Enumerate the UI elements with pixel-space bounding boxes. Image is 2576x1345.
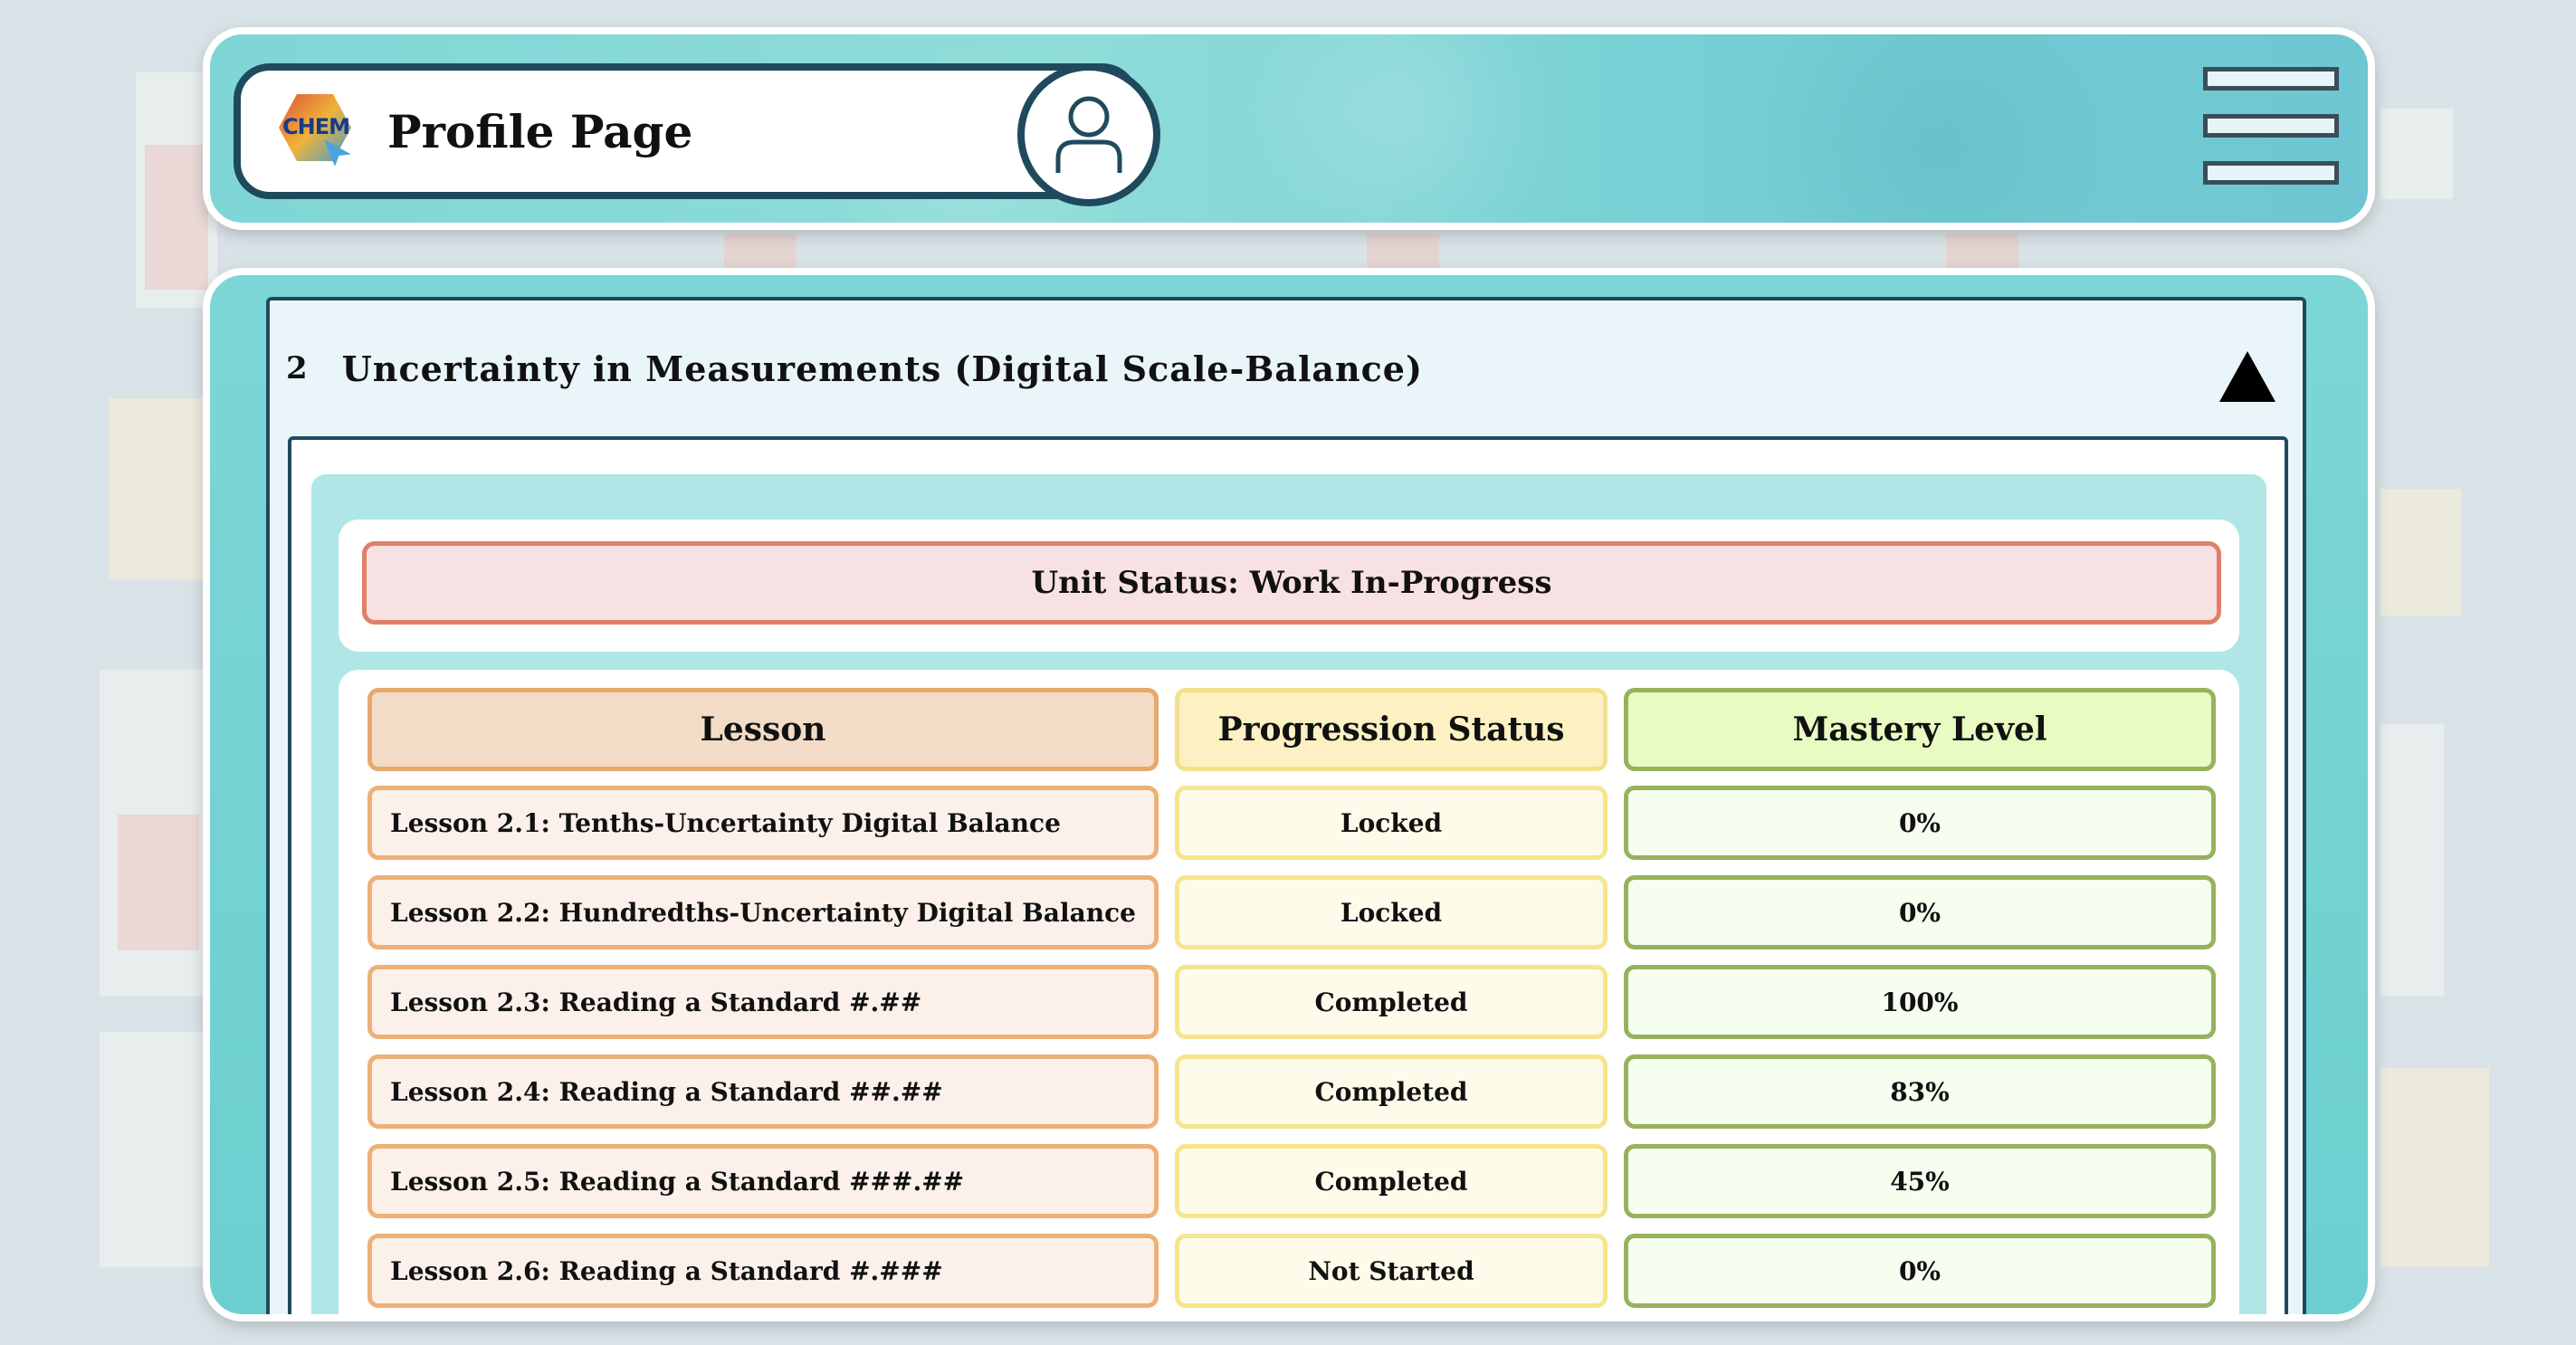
background-decoration (2380, 109, 2453, 199)
unit-title: Uncertainty in Measurements (Digital Sca… (341, 348, 1423, 389)
mastery-level: 0% (1624, 875, 2216, 949)
mastery-level: 0% (1624, 1234, 2216, 1308)
lesson-name[interactable]: Lesson 2.3: Reading a Standard #.## (367, 965, 1159, 1039)
progression-status: Completed (1175, 965, 1608, 1039)
user-icon-graphic (1055, 96, 1122, 173)
background-decoration (1367, 234, 1439, 270)
lesson-name[interactable]: Lesson 2.1: Tenths-Uncertainty Digital B… (367, 786, 1159, 860)
collapse-triangle-icon[interactable] (2218, 349, 2277, 404)
chem-logo-icon[interactable]: CHEM (279, 91, 360, 172)
mastery-level: 100% (1624, 965, 2216, 1039)
column-header-mastery-level: Mastery Level (1624, 688, 2216, 771)
background-decoration (118, 815, 199, 950)
lesson-table: Lesson Progression Status Mastery Level … (339, 670, 2239, 1314)
unit-number: 2 (286, 350, 308, 386)
top-header: CHEM Profile Page (203, 27, 2375, 230)
unit-status-container: Unit Status: Work In-Progress (339, 520, 2239, 652)
menu-bar (2203, 161, 2339, 185)
mastery-level: 0% (1624, 786, 2216, 860)
background-decoration (724, 234, 797, 270)
progression-status: Locked (1175, 786, 1608, 860)
page-title: Profile Page (387, 104, 693, 158)
main-panel: 2 Uncertainty in Measurements (Digital S… (203, 268, 2375, 1321)
column-header-progression-status: Progression Status (1175, 688, 1608, 771)
unit-header[interactable]: 2 Uncertainty in Measurements (Digital S… (270, 300, 2303, 436)
background-decoration (100, 1032, 208, 1267)
mastery-level: 45% (1624, 1144, 2216, 1218)
menu-bar (2203, 114, 2339, 138)
background-decoration (109, 398, 208, 579)
lesson-name[interactable]: Lesson 2.4: Reading a Standard ##.## (367, 1054, 1159, 1129)
background-decoration (2380, 489, 2462, 615)
progression-status: Completed (1175, 1054, 1608, 1129)
unit-body: Unit Status: Work In-Progress Lesson Pro… (288, 436, 2288, 1314)
background-decoration (145, 145, 208, 290)
column-header-lesson: Lesson (367, 688, 1159, 771)
menu-bar (2203, 67, 2339, 91)
background-decoration (1946, 234, 2018, 270)
background-decoration (2380, 1068, 2489, 1267)
progression-status: Completed (1175, 1144, 1608, 1218)
page-title-bar: CHEM Profile Page (234, 63, 1139, 199)
mastery-level: 83% (1624, 1054, 2216, 1129)
collapse-triangle-graphic (2219, 351, 2275, 402)
user-icon[interactable] (1017, 63, 1160, 206)
unit-card: 2 Uncertainty in Measurements (Digital S… (266, 297, 2306, 1314)
lesson-name[interactable]: Lesson 2.6: Reading a Standard #.### (367, 1234, 1159, 1308)
unit-content: Unit Status: Work In-Progress Lesson Pro… (311, 474, 2266, 1314)
progression-status: Not Started (1175, 1234, 1608, 1308)
unit-status-badge: Unit Status: Work In-Progress (362, 541, 2221, 625)
lesson-name[interactable]: Lesson 2.2: Hundredths-Uncertainty Digit… (367, 875, 1159, 949)
hamburger-menu-icon[interactable] (2203, 67, 2346, 192)
progression-status: Locked (1175, 875, 1608, 949)
lesson-name[interactable]: Lesson 2.5: Reading a Standard ###.## (367, 1144, 1159, 1218)
background-decoration (2380, 724, 2444, 996)
